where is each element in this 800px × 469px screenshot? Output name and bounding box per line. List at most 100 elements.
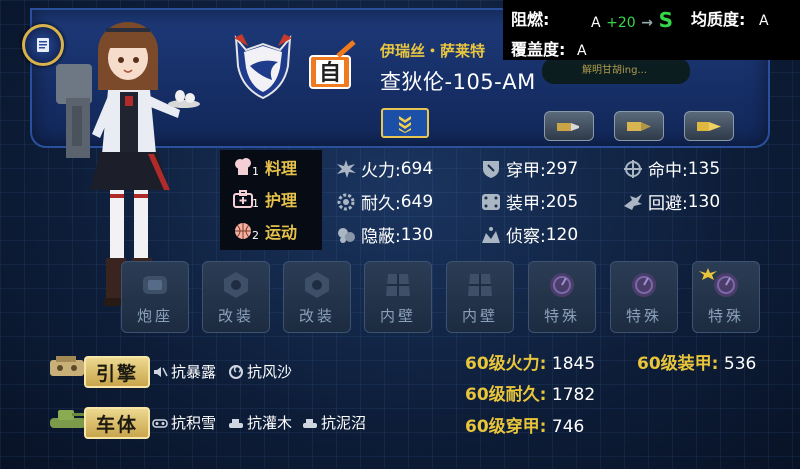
wrench-gear-icon — [337, 193, 355, 210]
flame-resist-from: A — [591, 15, 601, 31]
stat-label: 命中: — [648, 161, 688, 181]
faction-emblem-icon — [234, 34, 292, 100]
slot-label: 改装 — [298, 307, 335, 325]
slot-label: 内壁 — [461, 307, 498, 325]
lv60-label: 60级火力: — [465, 354, 547, 374]
stat-value: 120 — [545, 224, 579, 245]
skill-level: 1 — [252, 196, 259, 210]
equip-slot-mod-2[interactable]: 改装 — [283, 261, 351, 333]
arrow-right-icon: → — [641, 15, 654, 31]
track-icon — [152, 418, 168, 428]
gauge-icon — [632, 273, 656, 297]
coverage-value: A — [576, 43, 587, 59]
gauge-icon — [550, 273, 574, 297]
flame-resist-upgrade: A +20 → S — [591, 8, 673, 32]
shell-slot-1[interactable] — [544, 111, 594, 141]
radar-icon — [482, 226, 500, 243]
loading-indicator: 解明甘胡ing... — [542, 58, 690, 84]
tank-silhouette-icon — [303, 418, 317, 428]
crosshair-icon — [624, 159, 642, 178]
trait-label: 抗灌木 — [247, 414, 293, 432]
skill-level: 1 — [252, 164, 259, 178]
wall-panel-icon — [386, 274, 410, 296]
skill-nursing[interactable]: 1 护理 — [232, 186, 297, 212]
lv60-label: 60级装甲: — [637, 354, 719, 374]
medkit-icon — [233, 190, 253, 208]
skill-cooking[interactable]: 1 料理 — [232, 154, 297, 180]
swirl-icon — [229, 364, 243, 379]
stat-value: 205 — [545, 191, 579, 212]
equip-slot-wall-1[interactable]: 内壁 — [364, 261, 432, 333]
stat-label: 回避: — [648, 194, 688, 214]
rank-badge-button[interactable] — [381, 108, 429, 138]
commander-name: 伊瑞丝・萨莱特 — [380, 42, 486, 60]
stat-value: 130 — [400, 224, 434, 245]
coverage-label: 覆盖度: — [511, 40, 566, 59]
flame-resist-delta: +20 — [606, 15, 636, 31]
trait-label: 抗暴露 — [171, 363, 217, 381]
tank-silhouette-icon — [229, 418, 243, 428]
equip-slot-turret[interactable]: 炮座 — [121, 261, 189, 333]
loading-text: 解明甘胡ing... — [582, 65, 647, 76]
lv60-value: 536 — [723, 354, 757, 374]
equip-slot-special-2[interactable]: 特殊 — [610, 261, 678, 333]
document-icon — [37, 38, 49, 52]
chevron-rank-icon — [399, 116, 411, 133]
stat-evasion: 回避: 130 — [622, 189, 720, 214]
tank-body-button[interactable]: 车体 — [84, 407, 150, 439]
equip-slot-mod-1[interactable]: 改装 — [202, 261, 270, 333]
mute-icon — [154, 366, 168, 377]
shell-slot-3[interactable] — [684, 111, 734, 141]
svg-text:自: 自 — [319, 60, 341, 86]
stat-value: 297 — [545, 158, 579, 179]
apcr-shell-icon — [697, 122, 721, 131]
stat-label: 火力: — [361, 161, 401, 181]
engine-button[interactable]: 引擎 — [84, 356, 150, 388]
stat-value: 130 — [687, 191, 721, 212]
armor-plate-icon — [482, 193, 500, 210]
equip-slot-special-1[interactable]: 特殊 — [528, 261, 596, 333]
uniformity-row: 均质度: A — [691, 6, 769, 30]
trait-label: 抗泥沼 — [321, 414, 367, 432]
stat-durability: 耐久: 649 — [335, 189, 433, 214]
stat-label: 装甲: — [506, 194, 546, 214]
trait-label: 抗风沙 — [247, 363, 293, 381]
camouflage-icon — [338, 227, 355, 243]
hex-nut-icon — [305, 272, 329, 298]
trait-label: 抗积雪 — [171, 414, 217, 432]
stat-scouting: 侦察: 120 — [480, 222, 578, 247]
skill-sports[interactable]: 2 运动 — [232, 218, 297, 244]
body-trait-bushes: 抗灌木 — [228, 412, 292, 433]
shell-slot-2[interactable] — [614, 111, 664, 141]
skill-name: 运动 — [265, 223, 298, 242]
body-trait-snow: 抗积雪 — [152, 412, 216, 433]
self-propelled-class-icon: 自 — [309, 40, 356, 89]
equip-slot-wall-2[interactable]: 内壁 — [446, 261, 514, 333]
slot-label: 特殊 — [543, 307, 580, 325]
slot-label: 内壁 — [379, 307, 416, 325]
stat-label: 耐久: — [361, 194, 401, 214]
uniformity-label: 均质度: — [691, 10, 746, 29]
flame-resist-to: S — [658, 8, 673, 32]
tank-name: 查狄伦-105-AM — [380, 70, 536, 94]
hex-nut-icon — [224, 272, 248, 298]
lv60-penetration: 60级穿甲: 746 — [465, 412, 584, 437]
explosion-icon — [337, 159, 356, 178]
armor-properties-panel: 阻燃: A +20 → S 均质度: A 覆盖度: A — [503, 0, 800, 60]
stat-firepower: 火力: 694 — [335, 156, 433, 181]
wall-panel-icon — [468, 274, 492, 296]
coverage-row: 覆盖度: A — [511, 36, 587, 60]
lv60-label: 60级耐久: — [465, 385, 547, 405]
he-shell-icon — [557, 123, 579, 131]
stat-label: 隐蔽: — [361, 227, 401, 247]
equip-slot-special-3[interactable]: 特殊 — [692, 261, 760, 333]
lv60-durability: 60级耐久: 1782 — [465, 380, 595, 405]
lv60-label: 60级穿甲: — [465, 417, 547, 437]
stat-penetration: 穿甲: 297 — [480, 156, 578, 181]
slot-label: 特殊 — [707, 307, 744, 325]
stat-value: 135 — [687, 158, 721, 179]
stat-value: 649 — [400, 191, 434, 212]
commander-skills-panel: 1 料理 1 护理 2 运动 — [220, 150, 322, 250]
dodge-icon — [624, 193, 642, 210]
stat-label: 侦察: — [506, 227, 546, 247]
